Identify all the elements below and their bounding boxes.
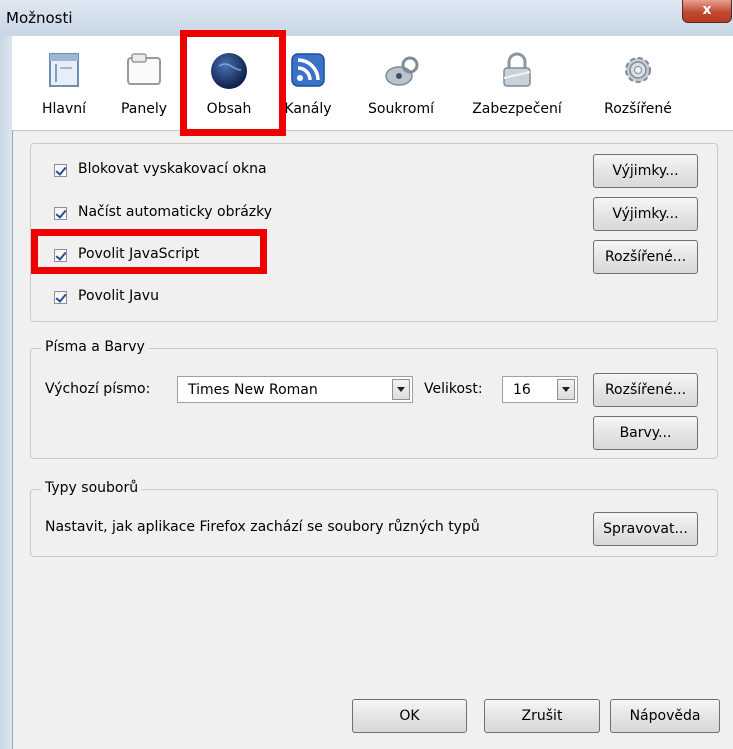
manage-file-types-button[interactable]: Spravovat... (593, 512, 698, 546)
tab-tabs-label: Panely (120, 101, 168, 117)
tab-general-label: Hlavní (41, 101, 87, 117)
tabs-window-icon (127, 53, 161, 85)
general-window-icon (49, 53, 79, 87)
tab-advanced[interactable]: Rozšířené (597, 44, 679, 126)
file-types-description: Nastavit, jak aplikace Firefox zachází s… (45, 519, 480, 535)
tab-privacy-label: Soukromí (368, 101, 434, 117)
ok-button[interactable]: OK (352, 699, 467, 733)
tab-privacy[interactable]: Soukromí (362, 44, 440, 126)
enable-java-label: Povolit Javu (78, 288, 159, 304)
images-exceptions-button[interactable]: Výjimky... (593, 197, 698, 231)
default-font-label: Výchozí písmo: (45, 381, 151, 397)
window-frame-left (0, 36, 13, 749)
font-size-select[interactable]: 16 (502, 376, 578, 403)
tab-general[interactable]: Hlavní (34, 44, 94, 126)
font-size-dropdown-icon[interactable] (557, 379, 575, 400)
colors-button[interactable]: Barvy... (593, 416, 698, 450)
block-popups-label: Blokovat vyskakovací okna (78, 161, 267, 177)
privacy-mask-icon (385, 56, 419, 86)
cancel-button[interactable]: Zrušit (484, 699, 600, 733)
tab-feeds[interactable]: Kanály (278, 44, 338, 126)
tab-security[interactable]: Zabezpečení (467, 44, 567, 126)
close-button[interactable]: x (682, 0, 732, 23)
tab-tabs[interactable]: Panely (113, 44, 175, 126)
fonts-advanced-button[interactable]: Rozšířené... (593, 373, 698, 407)
popup-exceptions-button[interactable]: Výjimky... (593, 154, 698, 188)
default-font-dropdown-icon[interactable] (392, 379, 410, 400)
load-images-checkbox[interactable] (54, 207, 67, 220)
title-bar: Možnosti x (0, 0, 733, 36)
tab-security-label: Zabezpečení (472, 101, 562, 117)
highlight-content-tab (180, 30, 286, 136)
rss-icon (291, 53, 325, 87)
options-dialog: Možnosti x Hlavní Panely Obsah Kanály So… (0, 0, 733, 749)
default-font-value: Times New Roman (188, 382, 318, 398)
javascript-advanced-button[interactable]: Rozšířené... (593, 240, 698, 274)
options-toolbar: Hlavní Panely Obsah Kanály Soukromí Zabe… (12, 36, 733, 131)
file-types-legend: Typy souborů (41, 480, 143, 496)
fonts-colors-legend: Písma a Barvy (41, 339, 149, 355)
font-size-value: 16 (513, 382, 531, 398)
enable-java-checkbox[interactable] (54, 291, 67, 304)
tab-advanced-label: Rozšířené (604, 101, 672, 117)
gear-icon (625, 57, 651, 83)
font-size-label: Velikost: (424, 381, 483, 397)
highlight-javascript-option (31, 229, 267, 274)
default-font-select[interactable]: Times New Roman (177, 376, 413, 403)
block-popups-checkbox[interactable] (54, 164, 67, 177)
tab-feeds-label: Kanály (284, 101, 332, 117)
padlock-icon (503, 52, 531, 87)
window-title: Možnosti (6, 9, 73, 27)
load-images-label: Načíst automaticky obrázky (78, 204, 273, 220)
help-button[interactable]: Nápověda (610, 699, 720, 733)
